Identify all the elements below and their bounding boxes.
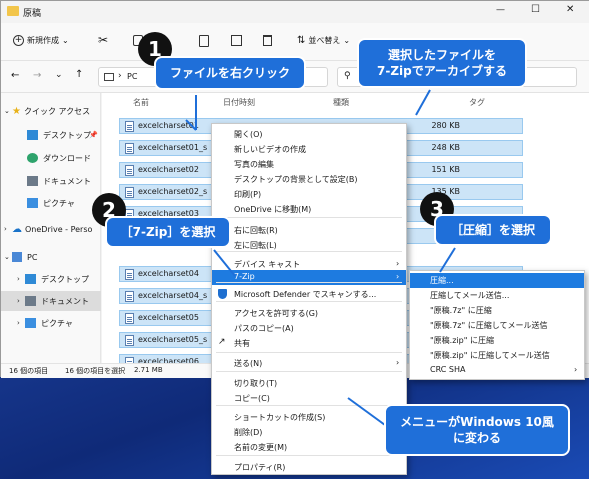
callout-select-compress: ［圧縮］を選択 — [434, 214, 552, 246]
callout-right-click: ファイルを右クリック — [154, 56, 306, 90]
callout-archive: 選択したファイルを 7-Zipでアーカイブする — [357, 38, 527, 88]
callout-select-7zip: ［7-Zip］を選択 — [105, 216, 231, 248]
callout-win10-menu: メニューがWindows 10風 に変わる — [384, 404, 570, 456]
callout-text-line1: メニューがWindows 10風 — [400, 415, 554, 429]
callout-text-line2: に変わる — [452, 431, 501, 445]
callout-text-line2: 7-Zipでアーカイブする — [376, 64, 507, 78]
callout-text: ［圧縮］を選択 — [450, 223, 535, 237]
callout-text-line1: 選択したファイルを — [387, 48, 496, 62]
callout-text: ファイルを右クリック — [169, 66, 290, 80]
callout-text: ［7-Zip］を選択 — [120, 225, 216, 239]
